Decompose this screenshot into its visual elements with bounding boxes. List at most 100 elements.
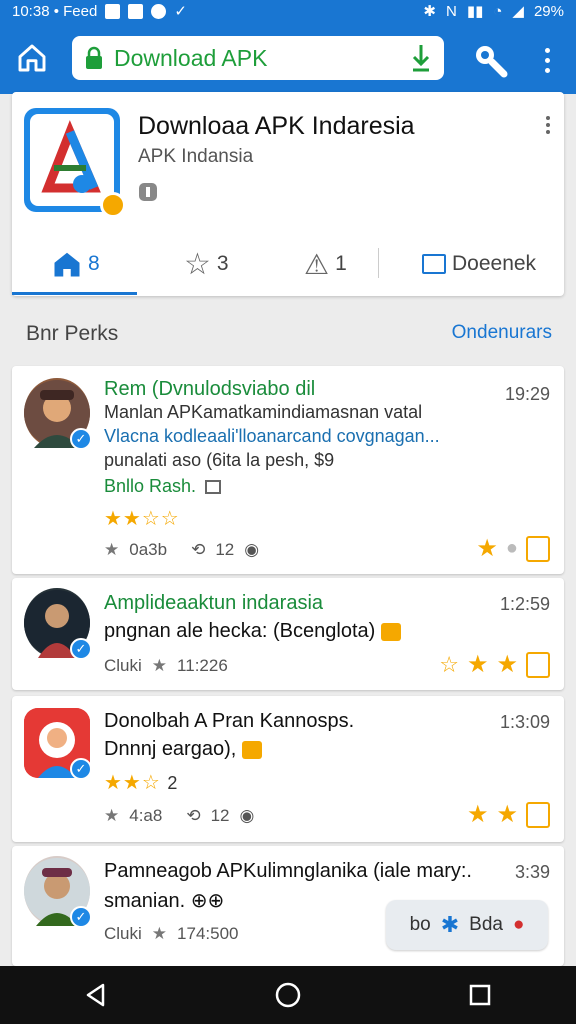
favorite-button[interactable]: ★ bbox=[467, 800, 489, 829]
tab-alerts[interactable]: ⚠ 1 bbox=[304, 232, 347, 296]
stat-value: 12 bbox=[210, 806, 230, 825]
meta-label: Cluki bbox=[104, 924, 142, 943]
star-outline-icon[interactable]: ☆ bbox=[439, 652, 459, 678]
check-icon: ✓ bbox=[174, 3, 187, 20]
system-nav-bar bbox=[0, 966, 576, 1024]
nfc-icon: N bbox=[446, 2, 457, 20]
battery-level: 29% bbox=[533, 2, 564, 20]
stat-value: 11:226 bbox=[177, 656, 228, 675]
lock-icon bbox=[380, 622, 401, 641]
star-outline-icon: ☆ bbox=[184, 247, 211, 281]
rating-stars: ★★☆☆ bbox=[104, 508, 180, 530]
star-icon: ★ bbox=[104, 806, 120, 825]
meta-label: Cluki bbox=[104, 656, 142, 675]
link-icon: ⊕⊕ bbox=[190, 890, 225, 912]
tab-home[interactable]: 8 bbox=[52, 232, 100, 296]
back-button[interactable] bbox=[66, 970, 126, 1020]
drop-icon: ● bbox=[512, 914, 525, 935]
post-time: 3:39 bbox=[514, 862, 550, 882]
favorite-button[interactable]: ★ bbox=[467, 650, 489, 679]
star-icon: ★ bbox=[104, 540, 120, 559]
verified-icon: ✓ bbox=[70, 428, 92, 450]
address-bar[interactable]: Download APK bbox=[72, 36, 444, 80]
notification-icon bbox=[128, 3, 144, 19]
stat-value: 4:a8 bbox=[129, 806, 163, 825]
bluetooth-icon: ✱ bbox=[423, 3, 436, 20]
avatar[interactable]: ✓ bbox=[24, 708, 92, 780]
post-title: Donolbah A Pran Kannosps. bbox=[104, 710, 355, 732]
like-button[interactable] bbox=[526, 651, 550, 678]
favorite-button[interactable]: ★ bbox=[476, 534, 498, 563]
lock-icon bbox=[86, 46, 102, 69]
lock-icon bbox=[241, 740, 262, 759]
card-overflow-button[interactable] bbox=[546, 116, 550, 134]
post-title: Pamneagob APKulimnglanika (iale mary:. bbox=[104, 860, 472, 882]
circle-icon bbox=[275, 982, 301, 1008]
drop-icon: ● bbox=[505, 537, 518, 559]
home-button[interactable] bbox=[12, 38, 52, 78]
tab-label: 8 bbox=[88, 252, 100, 275]
top-app-bar: Download APK bbox=[0, 22, 576, 94]
post-stats: Cluki ★ 11:226 bbox=[104, 656, 228, 676]
home-nav-button[interactable] bbox=[258, 970, 318, 1020]
feed-item[interactable]: ✓ Amplideaaktun indarasia pngnan ale hec… bbox=[12, 578, 564, 690]
avatar[interactable]: ✓ bbox=[24, 856, 92, 928]
square-icon bbox=[469, 984, 491, 1006]
status-time: 10:38 • Feed bbox=[12, 2, 98, 20]
notification-icon bbox=[151, 3, 167, 19]
status-bar: 10:38 • Feed ✓ ✱ N ▮▮ ◔ ◢ 29% bbox=[0, 0, 576, 22]
app-icon[interactable] bbox=[24, 108, 126, 218]
post-stats: Cluki ★ 174:500 bbox=[104, 924, 239, 944]
badge-icon bbox=[100, 192, 126, 218]
post-text-line: smanian. ⊕⊕ bbox=[104, 890, 225, 912]
post-text-line: punalati aso (6ita la pesh, $9 bbox=[104, 450, 335, 470]
verified-icon: ✓ bbox=[70, 906, 92, 928]
app-tabs: 8 ☆ 3 ⚠ 1 Doeenek bbox=[12, 232, 564, 296]
feed-item[interactable]: ✓ Donolbah A Pran Kannosps. Dnnnj eargao… bbox=[12, 696, 564, 842]
overflow-menu-button[interactable] bbox=[532, 40, 562, 80]
download-icon[interactable] bbox=[410, 43, 432, 73]
tab-label: 3 bbox=[216, 252, 229, 275]
star-icon: ★ bbox=[151, 924, 168, 943]
post-stats: ★ 0a3b ⟲ 12 ◉ bbox=[104, 540, 259, 560]
stat-value: 12 bbox=[215, 540, 235, 559]
favorite-button[interactable]: ★ bbox=[496, 650, 518, 679]
post-stats: ★ 4:a8 ⟲ 12 ◉ bbox=[104, 806, 254, 826]
app-card: Downloaa APK Indaresia APK Indansia 8 ☆ … bbox=[12, 92, 564, 296]
wifi-icon: ◔ bbox=[493, 2, 503, 20]
back-icon bbox=[86, 983, 105, 1007]
tab-favorites[interactable]: ☆ 3 bbox=[184, 232, 229, 296]
home-icon bbox=[54, 252, 80, 277]
view-icon: ◉ bbox=[239, 806, 255, 825]
post-title: Rem (Dvnulodsviabo dil bbox=[104, 378, 316, 400]
post-text-line: Dnnnj eargao), bbox=[104, 738, 262, 761]
view-icon: ◉ bbox=[244, 540, 260, 559]
search-icon bbox=[476, 46, 508, 78]
feed-item[interactable]: ✓ Rem (Dvnulodsviabo dil Manlan APKamatk… bbox=[12, 366, 564, 574]
chip-label: Bda bbox=[469, 914, 503, 935]
stat-value: 0a3b bbox=[129, 540, 168, 559]
post-title: Amplideaaktun indarasia bbox=[104, 592, 324, 614]
section-link[interactable]: Ondenurars bbox=[452, 322, 552, 344]
like-button[interactable] bbox=[526, 535, 550, 562]
chip-label: bo bbox=[409, 914, 431, 935]
signal-icon: ▮▮ bbox=[466, 3, 484, 20]
mail-icon bbox=[422, 254, 446, 274]
tab-messages[interactable]: Doeenek bbox=[422, 232, 536, 296]
info-icon bbox=[138, 182, 158, 207]
star-icon: ★ bbox=[151, 656, 168, 675]
avatar[interactable]: ✓ bbox=[24, 588, 92, 660]
like-button[interactable] bbox=[526, 801, 550, 828]
stat-value: 174:500 bbox=[177, 924, 239, 943]
search-button[interactable] bbox=[470, 40, 510, 80]
recents-button[interactable] bbox=[450, 970, 510, 1020]
verified-icon: ✓ bbox=[70, 758, 92, 780]
avatar[interactable]: ✓ bbox=[24, 378, 92, 450]
favorite-button[interactable]: ★ bbox=[496, 800, 518, 829]
tab-label: Doeenek bbox=[452, 252, 537, 275]
cell-signal-icon: ◢ bbox=[512, 3, 524, 20]
post-time: 19:29 bbox=[504, 384, 550, 404]
reaction-chip[interactable]: bo ✱ Bda ● bbox=[386, 900, 548, 950]
post-text-line: pngnan ale hecka: (Bcenglota) bbox=[104, 620, 401, 643]
verified-icon: ✓ bbox=[70, 638, 92, 660]
